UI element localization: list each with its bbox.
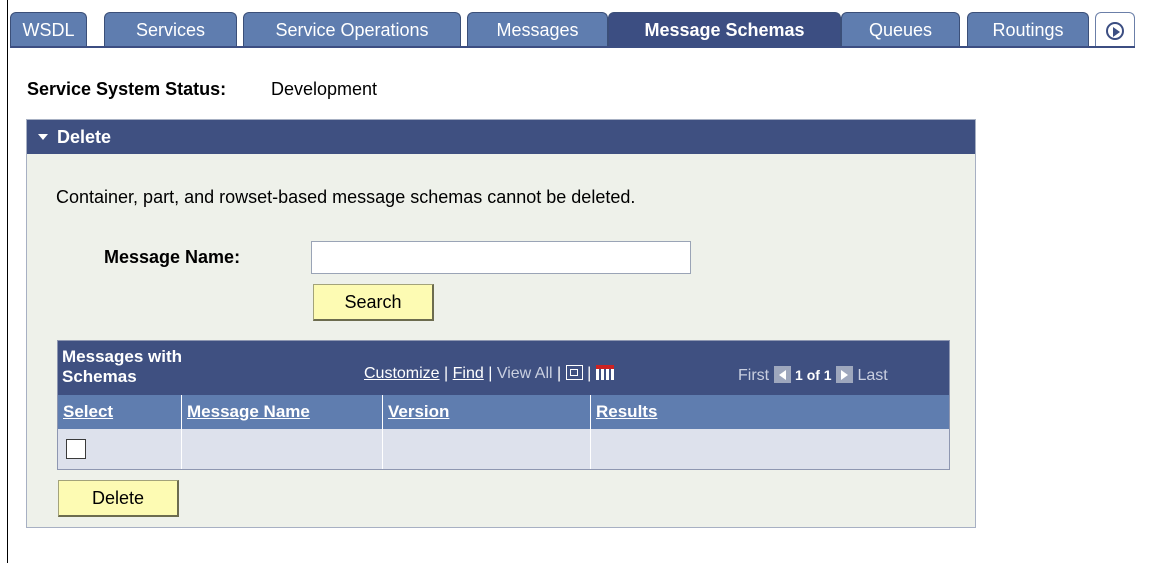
previous-row-icon[interactable] — [773, 366, 791, 383]
row-select-checkbox[interactable] — [66, 439, 86, 459]
search-button[interactable]: Search — [313, 284, 434, 321]
delete-panel-title: Delete — [57, 127, 112, 147]
message-name-label: Message Name: — [104, 247, 241, 267]
collapse-caret-icon — [38, 134, 48, 140]
tab-queues[interactable]: Queues — [841, 12, 960, 46]
tab-message-schemas[interactable]: Message Schemas — [608, 12, 841, 46]
zoom-grid-icon[interactable] — [565, 365, 583, 380]
version-cell — [383, 429, 591, 469]
results-cell — [591, 429, 949, 469]
tab-wsdl[interactable]: WSDL — [10, 12, 87, 46]
left-border — [7, 0, 8, 563]
view-all-link: View All — [496, 365, 553, 382]
separator: | — [587, 365, 592, 382]
grid-navigation: First 1 of 1 Last — [738, 363, 888, 385]
download-grid-icon[interactable] — [595, 365, 614, 380]
tab-messages[interactable]: Messages — [467, 12, 608, 46]
next-row-icon[interactable] — [836, 366, 854, 383]
customize-link[interactable]: Customize — [364, 365, 440, 382]
delete-panel-header[interactable]: Delete — [27, 120, 975, 154]
tab-service-operations[interactable]: Service Operations — [243, 12, 461, 46]
service-system-status-value: Development — [271, 79, 378, 99]
separator: | — [557, 365, 562, 382]
grid-header-row: Select Message Name Version Results — [58, 395, 949, 429]
column-header-results[interactable]: Results — [591, 395, 949, 429]
first-label: First — [738, 367, 770, 384]
column-header-version[interactable]: Version — [383, 395, 591, 429]
select-cell — [58, 429, 182, 469]
last-label: Last — [857, 367, 888, 384]
row-position: 1 of 1 — [795, 367, 832, 383]
find-link[interactable]: Find — [453, 365, 484, 382]
info-text: Container, part, and rowset-based messag… — [56, 187, 636, 207]
messages-with-schemas-grid: Messages with Schemas Customize | Find |… — [57, 340, 950, 470]
tab-routings[interactable]: Routings — [967, 12, 1089, 46]
tab-services[interactable]: Services — [104, 12, 237, 46]
column-header-select[interactable]: Select — [58, 395, 182, 429]
tab-baseline — [10, 46, 1135, 48]
message-name-input[interactable] — [311, 241, 691, 274]
delete-button[interactable]: Delete — [58, 480, 179, 517]
grid-title: Messages with Schemas — [62, 347, 182, 386]
delete-panel: Delete Container, part, and rowset-based… — [26, 119, 976, 528]
table-row — [58, 429, 949, 469]
grid-title-bar: Messages with Schemas Customize | Find |… — [58, 341, 949, 395]
next-tab-icon — [1106, 22, 1124, 40]
service-system-status-label: Service System Status: — [27, 79, 227, 99]
column-header-message-name[interactable]: Message Name — [182, 395, 383, 429]
grid-tools: Customize | Find | View All | | — [364, 363, 614, 383]
next-tab-button[interactable] — [1095, 12, 1135, 46]
separator: | — [444, 365, 449, 382]
message-name-cell — [182, 429, 383, 469]
separator: | — [488, 365, 493, 382]
